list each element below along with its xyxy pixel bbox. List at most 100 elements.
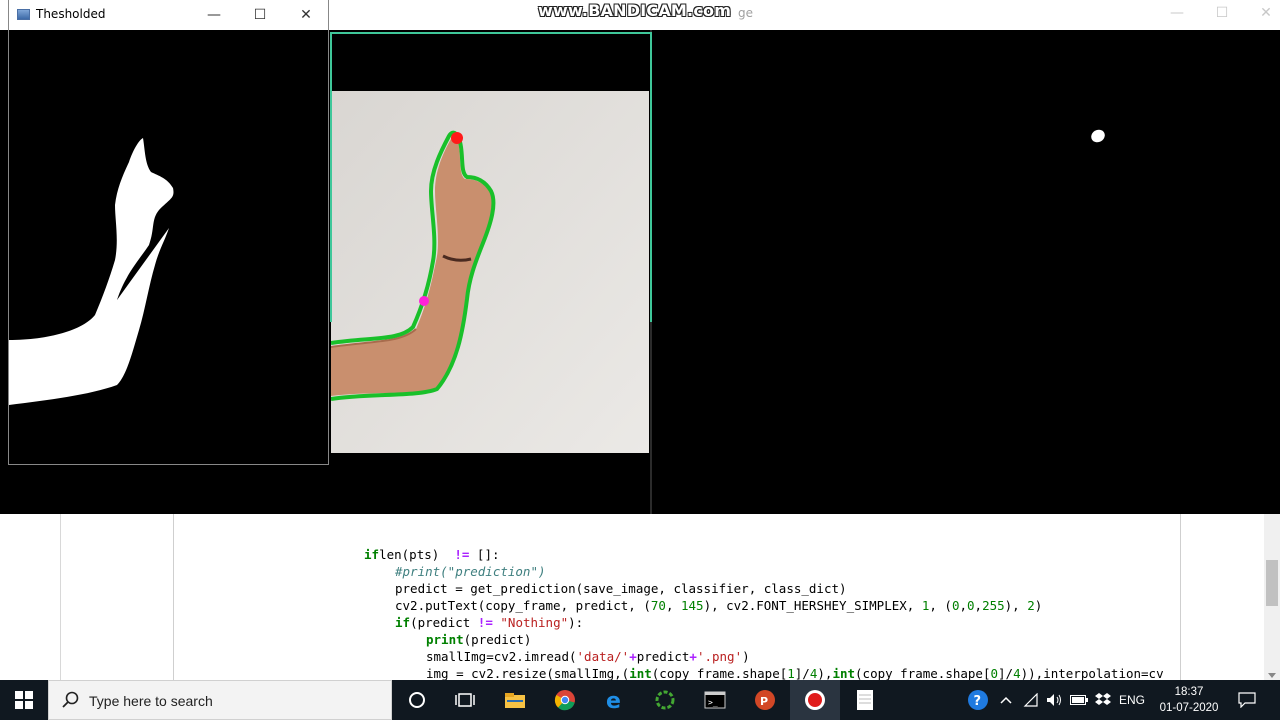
code-token: + bbox=[629, 649, 637, 664]
search-icon bbox=[62, 691, 79, 708]
code-token: predict bbox=[636, 649, 690, 664]
terminal-icon[interactable]: >_ bbox=[690, 680, 740, 720]
code-token: len(pts) bbox=[379, 547, 455, 562]
code-token: img = cv2.resize(smallImg,( bbox=[426, 666, 630, 681]
code-token: != bbox=[454, 547, 470, 562]
editor-scrollbar[interactable] bbox=[1264, 514, 1280, 680]
svg-text:>_: >_ bbox=[708, 698, 718, 707]
clock[interactable]: 18:37 01-07-2020 bbox=[1148, 684, 1230, 716]
code-token: #print("prediction") bbox=[395, 564, 546, 579]
taskbar-search-box[interactable]: Type here to search bbox=[48, 680, 392, 720]
task-view-icon[interactable] bbox=[440, 680, 490, 720]
code-token: ), bbox=[1004, 598, 1028, 613]
help-icon[interactable]: ? bbox=[963, 680, 993, 720]
code-token: 0 bbox=[990, 666, 999, 681]
scroll-down-arrow-icon[interactable] bbox=[1268, 673, 1276, 678]
code-token: []: bbox=[469, 547, 500, 562]
editor-gutter bbox=[60, 514, 61, 680]
svg-text:P: P bbox=[760, 695, 768, 708]
code-token: ) bbox=[742, 649, 750, 664]
maximize-icon[interactable]: ☐ bbox=[237, 2, 283, 28]
code-token: , bbox=[665, 598, 681, 613]
code-token: )) bbox=[1020, 666, 1036, 681]
threshold-window-titlebar[interactable]: Thesholded — ☐ ✕ bbox=[9, 0, 328, 31]
start-button[interactable] bbox=[0, 680, 48, 720]
threshold-window-title: Thesholded bbox=[36, 7, 106, 21]
code-token: (copy_frame.shape[ bbox=[855, 666, 991, 681]
camera-close-icon[interactable]: ✕ bbox=[1256, 5, 1276, 23]
code-token: ) bbox=[1034, 598, 1043, 613]
edge-icon[interactable]: e bbox=[590, 680, 640, 720]
code-token: "Nothing" bbox=[500, 615, 569, 630]
code-token: (predict) bbox=[463, 632, 532, 647]
code-token: , ( bbox=[929, 598, 952, 613]
wifi-icon[interactable] bbox=[1020, 680, 1042, 720]
code-token: print bbox=[426, 632, 464, 647]
code-token: ), cv2.FONT_HERSHEY_SIMPLEX, bbox=[703, 598, 922, 613]
code-line[interactable]: print(predict) bbox=[364, 631, 1164, 648]
code-token: '.png' bbox=[696, 649, 743, 664]
code-token: int bbox=[832, 666, 856, 681]
code-token: smallImg=cv2.imread( bbox=[426, 649, 577, 664]
bandicam-record-icon[interactable] bbox=[790, 680, 840, 720]
language-indicator[interactable]: ENG bbox=[1116, 680, 1148, 720]
close-icon[interactable]: ✕ bbox=[283, 2, 329, 28]
code-token: ): bbox=[568, 615, 584, 630]
code-line[interactable]: if(predict != "Nothing"): bbox=[364, 614, 1164, 631]
show-hidden-icons-chevron-icon[interactable] bbox=[996, 680, 1016, 720]
code-token: ]/ bbox=[998, 666, 1014, 681]
code-line[interactable]: smallImg=cv2.imread('data/'+predict+'.pn… bbox=[364, 648, 1164, 665]
code-token: ,interpolation=cv bbox=[1035, 666, 1164, 681]
code-token: 1 bbox=[787, 666, 795, 681]
svg-text:e: e bbox=[606, 689, 621, 711]
code-token: 4 bbox=[1013, 666, 1021, 681]
threshold-window: Thesholded — ☐ ✕ bbox=[8, 0, 329, 465]
volume-icon[interactable] bbox=[1044, 680, 1066, 720]
taskbar: Type here to search e >_ P ? ENG 18:37 0… bbox=[0, 680, 1280, 720]
code-line[interactable]: iflen(pts) != []: bbox=[364, 546, 1164, 563]
code-token: ]/ bbox=[794, 666, 810, 681]
camera-maximize-icon[interactable]: ☐ bbox=[1212, 5, 1232, 23]
code-token: , bbox=[974, 598, 983, 613]
cortana-icon[interactable] bbox=[392, 680, 442, 720]
scrollbar-thumb[interactable] bbox=[1266, 560, 1278, 606]
camera-minimize-icon[interactable]: — bbox=[1167, 5, 1187, 23]
code-token: 145 bbox=[681, 598, 704, 613]
code-token: predict = get_prediction(save_image, cla… bbox=[395, 581, 847, 596]
svg-text:?: ? bbox=[974, 694, 982, 709]
code-line[interactable]: #print("prediction") bbox=[364, 563, 1164, 580]
code-token: != bbox=[477, 615, 493, 630]
search-placeholder: Type here to search bbox=[89, 693, 213, 709]
region-of-interest-box bbox=[330, 32, 652, 322]
minimize-icon[interactable]: — bbox=[191, 2, 237, 28]
notepad-icon[interactable] bbox=[840, 680, 890, 720]
code-token: ), bbox=[817, 666, 833, 681]
code-token: 2 bbox=[1027, 598, 1035, 613]
anaconda-icon[interactable] bbox=[640, 680, 690, 720]
code-token: 70 bbox=[650, 598, 666, 613]
clock-time: 18:37 bbox=[1174, 686, 1204, 698]
code-block[interactable]: iflen(pts) != []: #print("prediction") pre… bbox=[364, 546, 1164, 682]
code-token: , bbox=[959, 598, 967, 613]
code-token: (copy_frame.shape[ bbox=[651, 666, 788, 681]
code-token: (predict bbox=[410, 615, 478, 630]
clock-date: 01-07-2020 bbox=[1159, 702, 1219, 714]
file-explorer-icon[interactable] bbox=[490, 680, 540, 720]
code-token: + bbox=[689, 649, 697, 664]
camera-window-title: ge bbox=[738, 6, 753, 20]
threshold-image bbox=[9, 30, 328, 464]
battery-icon[interactable] bbox=[1068, 680, 1090, 720]
chrome-icon[interactable] bbox=[540, 680, 590, 720]
windows-logo-icon bbox=[15, 691, 33, 709]
bandicam-watermark: www.BANDICAM.com bbox=[538, 1, 732, 20]
dropbox-icon[interactable] bbox=[1092, 680, 1114, 720]
code-token: 0 bbox=[967, 598, 975, 613]
code-line[interactable]: cv2.putText(copy_frame, predict, (70, 14… bbox=[364, 597, 1164, 614]
notification-icon[interactable] bbox=[1234, 680, 1260, 720]
code-token: 'data/' bbox=[576, 649, 630, 664]
code-token: int bbox=[629, 666, 652, 681]
code-line[interactable]: predict = get_prediction(save_image, cla… bbox=[364, 580, 1164, 597]
code-token: if bbox=[395, 615, 411, 630]
powerpoint-icon[interactable]: P bbox=[740, 680, 790, 720]
window-app-icon bbox=[17, 9, 30, 20]
